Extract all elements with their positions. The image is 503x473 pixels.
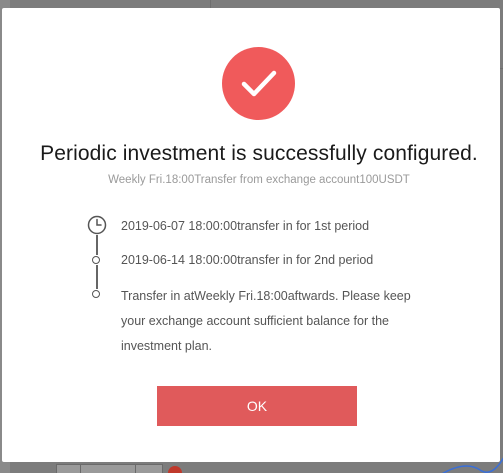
dialog-subtitle: Weekly Fri.18:00Transfer from exchange a… — [108, 174, 410, 186]
timeline-item-2: 2019-06-14 18:00:00transfer in for 2nd p… — [121, 253, 374, 267]
timeline-item-1: 2019-06-07 18:00:00transfer in for 1st p… — [121, 219, 370, 233]
success-dialog: Periodic investment is successfully conf… — [2, 8, 500, 462]
background-control — [135, 464, 163, 473]
ok-button[interactable]: OK — [157, 386, 357, 426]
timeline-connector — [96, 265, 98, 289]
background-badge — [168, 466, 182, 473]
timeline-item-3: Transfer in atWeekly Fri.18:00aftwards. … — [121, 289, 411, 353]
dot-icon — [92, 290, 100, 298]
dot-icon — [92, 256, 100, 264]
clock-icon — [87, 215, 107, 235]
checkmark-success-icon — [222, 47, 295, 120]
background-control — [56, 464, 82, 473]
timeline-connector — [96, 235, 98, 255]
background-control — [80, 464, 137, 473]
background-divider — [210, 0, 211, 8]
dialog-title: Periodic investment is successfully conf… — [40, 142, 478, 165]
